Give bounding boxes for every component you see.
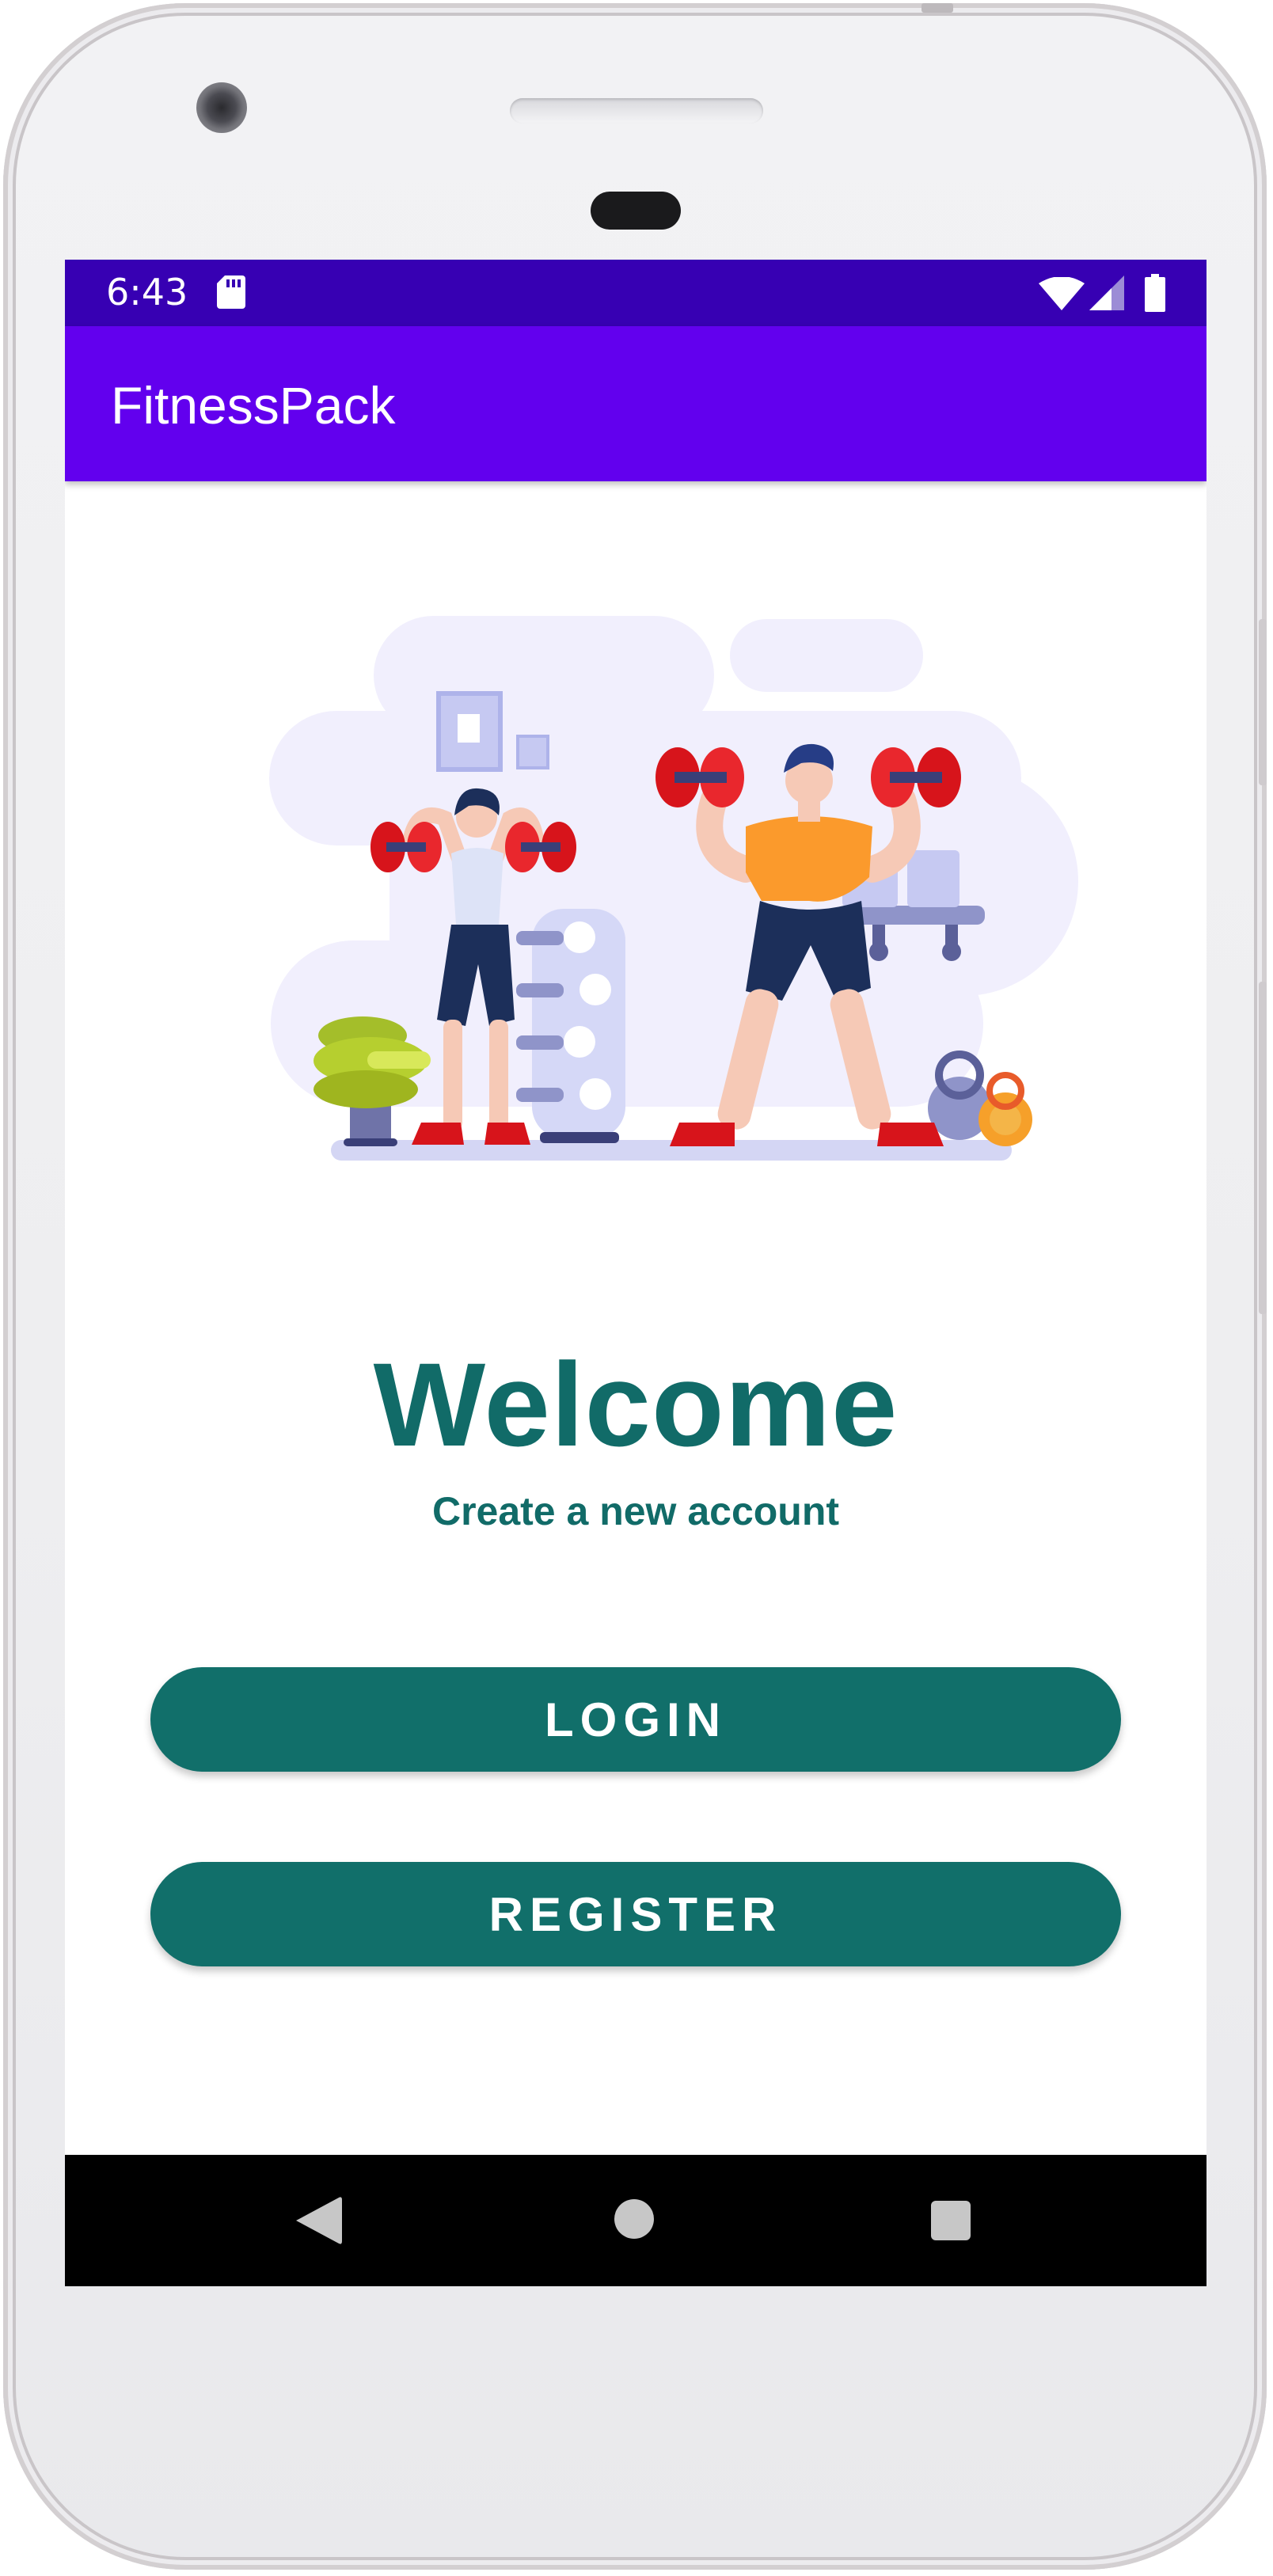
earpiece-speaker <box>510 98 763 123</box>
welcome-subtitle: Create a new account <box>431 1489 840 1533</box>
volume-key <box>1259 982 1267 1314</box>
welcome-title: Welcome <box>373 1338 899 1471</box>
proximity-sensor <box>591 192 681 230</box>
wifi-icon <box>1039 277 1085 310</box>
back-icon[interactable] <box>296 2196 342 2245</box>
app-title: FitnessPack <box>111 376 396 435</box>
sd-card-icon <box>217 275 245 309</box>
front-camera-icon <box>196 82 247 133</box>
side-key <box>1259 619 1267 785</box>
register-button[interactable]: REGISTER <box>150 1862 1121 1966</box>
app-bar: FitnessPack <box>65 326 1206 481</box>
navigation-bar <box>65 2155 1206 2286</box>
battery-icon <box>1145 274 1165 312</box>
power-key <box>922 3 953 13</box>
login-button[interactable]: LOGIN <box>150 1667 1121 1772</box>
signal-icon <box>1089 275 1124 310</box>
home-icon[interactable] <box>614 2199 654 2239</box>
recents-icon[interactable] <box>931 2201 971 2240</box>
phone-frame: 6:43 FitnessPack Welcome Create a new ac… <box>3 3 1267 2570</box>
app-screen: 6:43 FitnessPack Welcome Create a new ac… <box>65 260 1206 2286</box>
status-time: 6:43 <box>106 271 188 313</box>
status-bar: 6:43 <box>65 260 1206 326</box>
gym-workout-illustration <box>269 616 1078 1161</box>
